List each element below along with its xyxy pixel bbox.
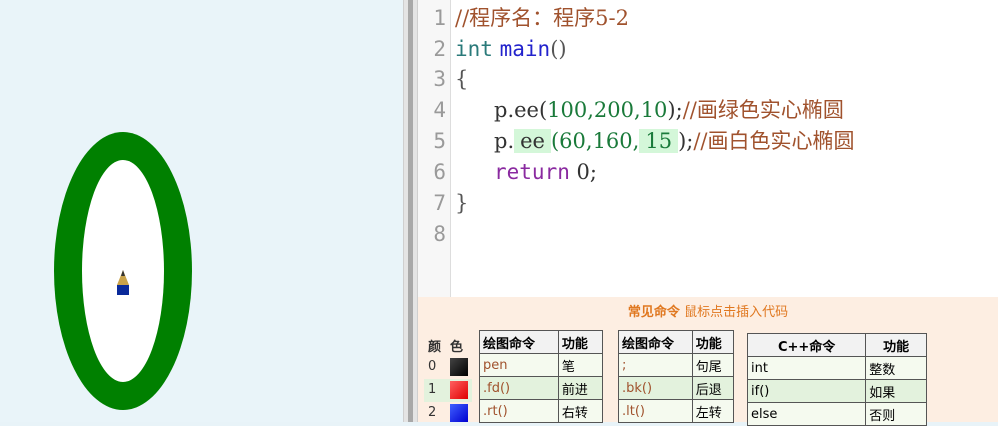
color-item[interactable]: 0: [424, 356, 472, 379]
panel-title-text: 常见命令: [627, 305, 680, 320]
command-cell[interactable]: pen: [479, 353, 559, 377]
call-prefix: p.: [494, 129, 515, 153]
panel-subtitle: 鼠标点击插入代码: [684, 305, 789, 320]
call-suffix: );: [667, 98, 683, 122]
call-args: (60,160,: [550, 129, 640, 153]
color-header: 颜色: [424, 333, 472, 356]
table-header: C++命令: [746, 333, 867, 357]
return-value: 0;: [576, 160, 597, 184]
command-cell[interactable]: else: [746, 402, 867, 426]
line-number: 4: [433, 98, 446, 122]
color-header-1: 颜: [428, 340, 442, 355]
table-row[interactable]: pen 笔: [479, 353, 604, 377]
table-row[interactable]: int 整数: [746, 356, 927, 380]
line-comment: //画绿色实心椭圆: [682, 98, 844, 122]
function-cell: 如果: [865, 379, 927, 403]
line-number: 2: [433, 37, 446, 61]
drawing-commands-table-2: 绘图命令 功能 ; 句尾 .bk() 后退 .lt() 左转: [618, 330, 735, 423]
code-line-7[interactable]: }: [455, 188, 468, 218]
command-cell[interactable]: if(): [746, 379, 867, 403]
line-number: 1: [433, 6, 446, 30]
call-args: 100,200,10: [547, 98, 668, 122]
splitter-grip[interactable]: [408, 0, 413, 422]
table-row[interactable]: .rt() 右转: [479, 399, 604, 423]
command-cell[interactable]: .rt(): [479, 399, 559, 423]
table-row[interactable]: if() 如果: [746, 379, 927, 403]
line-number: 7: [433, 191, 446, 215]
code-line-6[interactable]: return 0;: [494, 157, 597, 187]
table-header: 绘图命令: [479, 330, 559, 354]
command-panel: 常见命令 鼠标点击插入代码 颜色 0 1 2 绘图命令 功能 pen 笔 .fd()…: [418, 297, 998, 426]
code-editor[interactable]: 1 2 3 4 5 6 7 8 //程序名：程序5-2 int main() {…: [418, 0, 998, 297]
keyword-return: return: [494, 160, 570, 184]
parens: (): [550, 37, 567, 61]
command-cell[interactable]: .lt(): [618, 399, 693, 423]
color-swatch[interactable]: [450, 381, 468, 399]
function-cell: 右转: [557, 399, 604, 423]
color-swatch[interactable]: [450, 358, 468, 376]
color-header-2: 色: [450, 340, 464, 355]
line-number-gutter: 1 2 3 4 5 6 7 8: [418, 0, 451, 297]
table-row[interactable]: .bk() 后退: [618, 376, 735, 400]
command-cell[interactable]: .fd(): [479, 376, 559, 400]
table-row[interactable]: ; 句尾: [618, 353, 735, 377]
table-row[interactable]: .fd() 前进: [479, 376, 604, 400]
table-header: 功能: [865, 333, 927, 357]
color-palette: 颜色 0 1 2: [424, 333, 472, 425]
function-cell: 后退: [691, 376, 735, 400]
function-cell: 整数: [865, 356, 927, 380]
function-cell: 句尾: [691, 353, 735, 377]
highlight-method[interactable]: ee: [514, 129, 551, 153]
command-cell[interactable]: int: [746, 356, 867, 380]
function-cell: 笔: [557, 353, 604, 377]
line-number: 8: [433, 222, 446, 246]
function-cell: 前进: [557, 376, 604, 400]
table-header: 绘图命令: [618, 330, 693, 354]
highlight-arg[interactable]: 15: [639, 129, 679, 153]
color-item[interactable]: 1: [424, 379, 472, 402]
color-index: 2: [428, 405, 437, 420]
code-line-4[interactable]: p.ee(100,200,10);//画绿色实心椭圆: [494, 95, 844, 125]
function-name: main: [499, 37, 551, 61]
line-number: 3: [433, 67, 446, 91]
line-comment: //画白色实心椭圆: [693, 129, 855, 153]
table-row[interactable]: .lt() 左转: [618, 399, 735, 423]
table-header: 功能: [557, 330, 604, 354]
color-index: 1: [428, 382, 437, 397]
panel-title: 常见命令 鼠标点击插入代码: [418, 301, 998, 320]
canvas-svg: [54, 132, 192, 410]
code-line-1[interactable]: //程序名：程序5-2: [455, 3, 629, 33]
line-number: 5: [433, 129, 446, 153]
drawing-commands-table-1: 绘图命令 功能 pen 笔 .fd() 前进 .rt() 右转: [479, 330, 604, 423]
code-line-5[interactable]: p. ee (60,160, 15);//画白色实心椭圆: [494, 126, 855, 156]
drawing-canvas: [0, 0, 403, 422]
table-row[interactable]: else 否则: [746, 402, 927, 426]
command-cell[interactable]: .bk(): [618, 376, 693, 400]
table-header: 功能: [691, 330, 735, 354]
line-number: 6: [433, 160, 446, 184]
command-cell[interactable]: ;: [618, 353, 693, 377]
cpp-commands-table: C++命令 功能 int 整数 if() 如果 else 否则: [746, 333, 927, 426]
function-cell: 否则: [865, 402, 927, 426]
function-cell: 左转: [691, 399, 735, 423]
keyword-int: int: [455, 37, 493, 61]
color-swatch[interactable]: [450, 404, 468, 422]
color-index: 0: [428, 359, 437, 374]
pane-splitter[interactable]: [403, 0, 418, 422]
code-line-3[interactable]: {: [455, 64, 468, 94]
code-line-2[interactable]: int main(): [455, 34, 567, 64]
call-suffix: );: [678, 129, 694, 153]
call-prefix: p.ee(: [494, 98, 548, 122]
